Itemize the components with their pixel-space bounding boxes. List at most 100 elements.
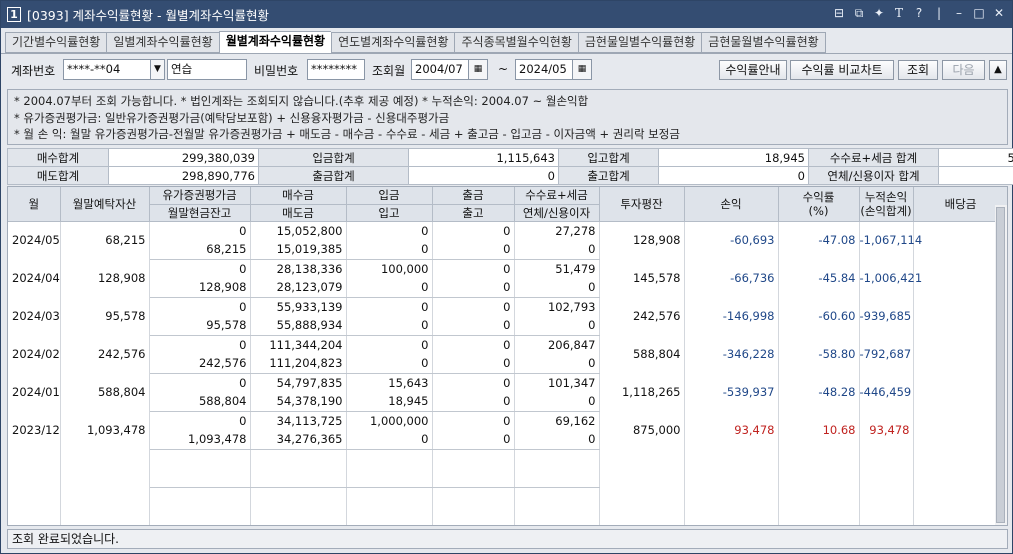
cell-cumulative: -1,067,114 <box>859 221 922 259</box>
layout-icon[interactable]: ⊟ <box>832 6 846 21</box>
tab-period[interactable]: 기간별수익률현황 <box>5 32 107 53</box>
data-grid[interactable]: 월 월말예탁자산 유가증권평가금 매수금 입금 출금 수수료+세금 투자평잔 손… <box>7 186 1008 526</box>
empty-cell <box>514 468 600 488</box>
withdraw-total-value: 0 <box>408 166 559 185</box>
table-row[interactable]: 2024/05 68,215 0 15,052,800 0 0 27,278 128,908-… <box>8 221 1007 259</box>
withdraw-total-label: 출금합계 <box>258 166 409 185</box>
info-panel: * 2004.07부터 조회 가능합니다. * 법인계좌는 조회되지 않습니다.… <box>7 89 1008 145</box>
cell-return: -58.80 <box>778 335 860 373</box>
dropdown-icon[interactable]: ▼ <box>150 59 165 80</box>
deposit-total-value: 1,115,643 <box>408 148 559 167</box>
query-button[interactable]: 조회 <box>898 60 938 80</box>
cell-deposit-asset: 128,908 <box>60 259 150 297</box>
cell-cash-balance: 128,908 <box>149 278 251 298</box>
summary-table: 매수합계 299,380,039 입금합계 1,115,643 입고합계 18,… <box>7 148 1013 185</box>
scrollbar-thumb[interactable] <box>996 207 1005 523</box>
cell-month: 2024/01 <box>8 373 61 411</box>
cell-in-money: 0 <box>346 335 433 354</box>
pin-icon[interactable]: ✦ <box>872 6 886 21</box>
empty-cell <box>514 487 600 506</box>
cell-out-money: 0 <box>432 411 515 430</box>
cell-in-stock: 0 <box>346 430 433 450</box>
table-body: 2024/05 68,215 0 15,052,800 0 0 27,278 128,908-… <box>8 221 1007 525</box>
stock-out-total-label: 출고합계 <box>558 166 659 185</box>
compare-chart-button[interactable]: 수익률 비교차트 <box>790 60 894 80</box>
empty-row <box>8 449 1007 487</box>
cell-cash-balance: 95,578 <box>149 316 251 336</box>
empty-cell <box>778 449 860 487</box>
cell-month: 2024/04 <box>8 259 61 297</box>
buy-total-label: 매수합계 <box>7 148 109 167</box>
account-number-field[interactable]: ****-**04 <box>63 59 151 80</box>
fee-tax-total-value: 558,906 <box>938 148 1013 167</box>
tab-monthly[interactable]: 월별계좌수익률현황 <box>218 31 332 53</box>
table-row[interactable]: 2024/02 242,576 0 111,344,204 0 0 206,847 588,8… <box>8 335 1007 373</box>
cell-deposit-asset: 242,576 <box>60 335 150 373</box>
header-securities-eval: 유가증권평가금 <box>149 187 251 205</box>
table-row[interactable]: 2024/03 95,578 0 55,933,139 0 0 102,793 242,576… <box>8 297 1007 335</box>
cell-fee-tax: 101,347 <box>514 373 600 392</box>
empty-cell <box>432 468 515 488</box>
end-month-field[interactable]: 2024/05 <box>515 59 573 80</box>
empty-cell <box>514 506 600 525</box>
header-buy: 매수금 <box>250 187 347 205</box>
next-button[interactable]: 다음 <box>942 60 985 80</box>
sell-total-value: 298,890,776 <box>108 166 259 185</box>
cell-cash-balance: 1,093,478 <box>149 430 251 450</box>
header-in-money: 입금 <box>346 187 433 205</box>
vertical-scrollbar[interactable] <box>995 205 1007 525</box>
cell-avg-investment: 588,804 <box>599 335 685 373</box>
new-window-icon[interactable]: ⧉ <box>852 6 866 21</box>
cell-out-stock: 0 <box>432 430 515 450</box>
empty-cell <box>346 449 433 468</box>
cell-return: 10.68 <box>778 411 860 449</box>
cell-interest: 0 <box>514 430 600 450</box>
start-month-field[interactable]: 2004/07 <box>411 59 469 80</box>
cell-avg-investment: 1,118,265 <box>599 373 685 411</box>
cell-in-money: 0 <box>346 221 433 240</box>
fee-tax-total-label: 수수료+세금 합계 <box>808 148 939 167</box>
cell-buy: 15,052,800 <box>250 221 347 240</box>
cell-out-stock: 0 <box>432 316 515 336</box>
maximize-icon[interactable]: □ <box>972 6 986 21</box>
header-month: 월 <box>8 187 61 222</box>
cell-out-money: 0 <box>432 297 515 316</box>
password-label: 비밀번호 <box>254 64 299 78</box>
cell-in-money: 15,643 <box>346 373 433 392</box>
tab-daily[interactable]: 일별계좌수익률현황 <box>106 32 219 53</box>
font-icon[interactable]: T <box>892 6 906 21</box>
password-field[interactable]: ******** <box>307 59 365 80</box>
stock-in-total-value: 18,945 <box>658 148 809 167</box>
cell-in-stock: 0 <box>346 278 433 298</box>
info-line: * 월 손 익: 월말 유가증권평가금-전월말 유가증권평가금 + 매도금 - … <box>14 127 680 141</box>
table-row[interactable]: 2023/12 1,093,478 0 34,113,725 1,000,000 0 69,… <box>8 411 1007 449</box>
table-row[interactable]: 2024/04 128,908 0 28,138,336 100,000 0 51,479 1… <box>8 259 1007 297</box>
empty-cell <box>250 506 347 525</box>
close-icon[interactable]: ✕ <box>992 6 1006 21</box>
cell-buy: 111,344,204 <box>250 335 347 354</box>
tab-yearly[interactable]: 연도별계좌수익률현황 <box>331 32 455 53</box>
cell-dividend: 0 <box>913 373 1007 411</box>
cell-return: -48.28 <box>778 373 860 411</box>
header-return: 수익률 (%) <box>778 187 860 222</box>
cell-deposit-asset: 68,215 <box>60 221 150 259</box>
cell-out-stock: 0 <box>432 392 515 412</box>
separator: | <box>936 6 942 20</box>
return-guide-button[interactable]: 수익률안내 <box>719 60 787 80</box>
cell-month: 2024/05 <box>8 221 61 259</box>
cell-in-stock: 0 <box>346 354 433 374</box>
cell-out-stock: 0 <box>432 278 515 298</box>
cell-interest: 0 <box>514 316 600 336</box>
tab-gold-monthly[interactable]: 금현물월별수익률현황 <box>701 32 826 53</box>
interest-total-value: 0 <box>938 166 1013 185</box>
tab-gold-daily[interactable]: 금현물일별수익률현황 <box>577 32 702 53</box>
calendar-icon[interactable]: ▦ <box>572 59 592 80</box>
calendar-icon[interactable]: ▦ <box>468 59 488 80</box>
tab-stock-monthly[interactable]: 주식종목별월수익현황 <box>454 32 578 53</box>
minimize-icon[interactable]: – <box>952 6 966 21</box>
empty-cell <box>149 449 251 468</box>
collapse-button[interactable]: ▲ <box>989 60 1007 80</box>
table-row[interactable]: 2024/01 588,804 0 54,797,835 15,643 0 101,347 1… <box>8 373 1007 411</box>
help-icon[interactable]: ? <box>912 6 926 21</box>
cell-buy: 28,138,336 <box>250 259 347 278</box>
